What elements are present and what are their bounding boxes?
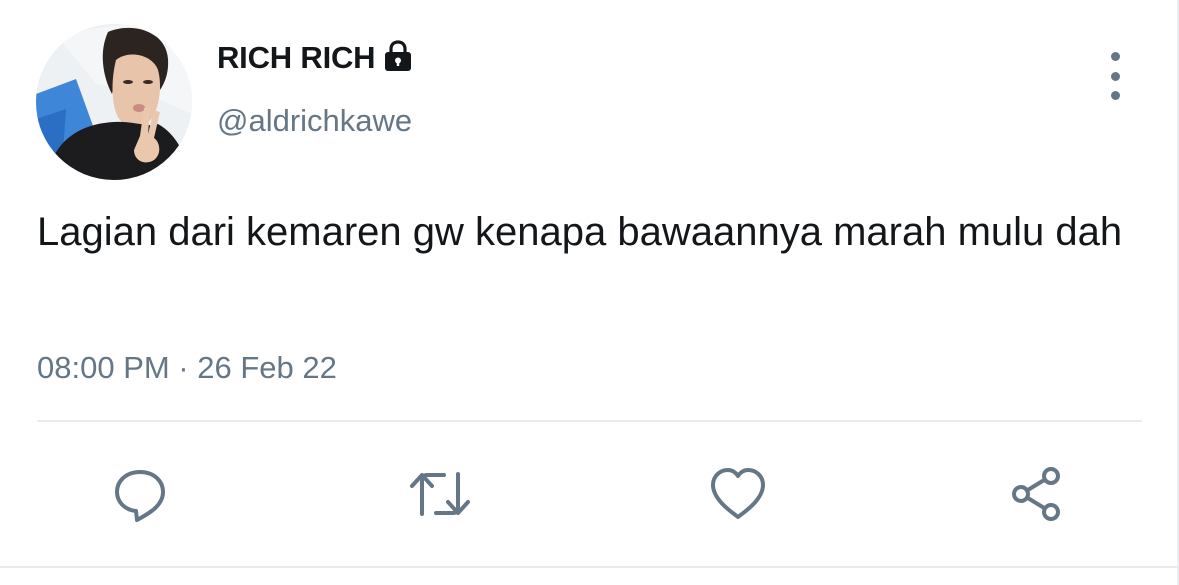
retweet-button[interactable] [408,462,472,526]
divider [37,420,1142,422]
user-handle[interactable]: @aldrichkawe [217,103,412,139]
tweet-text: Lagian dari kemaren gw kenapa bawaannya … [37,210,1123,254]
retweet-icon [410,472,470,516]
like-button[interactable] [706,462,770,526]
share-button[interactable] [1005,462,1069,526]
display-name[interactable]: RICH RICH [217,40,376,76]
share-icon [1012,467,1060,521]
avatar[interactable] [36,24,192,180]
tweet-card: RICH RICH @aldrichkawe Lagian dari kemar… [0,0,1179,585]
more-vertical-icon-dot [1110,91,1120,100]
reply-button[interactable] [108,462,172,526]
card-bottom-border [0,566,1179,568]
avatar-image [36,24,192,180]
reply-icon [115,470,165,522]
more-vertical-icon-dot [1110,71,1120,81]
more-options-button[interactable] [1096,52,1134,100]
lock-icon [381,39,415,73]
tweet-timestamp[interactable]: 08:00 PM · 26 Feb 22 [37,350,337,386]
more-vertical-icon [1110,52,1120,61]
display-name-row: RICH RICH [217,40,415,76]
heart-icon [711,468,765,519]
